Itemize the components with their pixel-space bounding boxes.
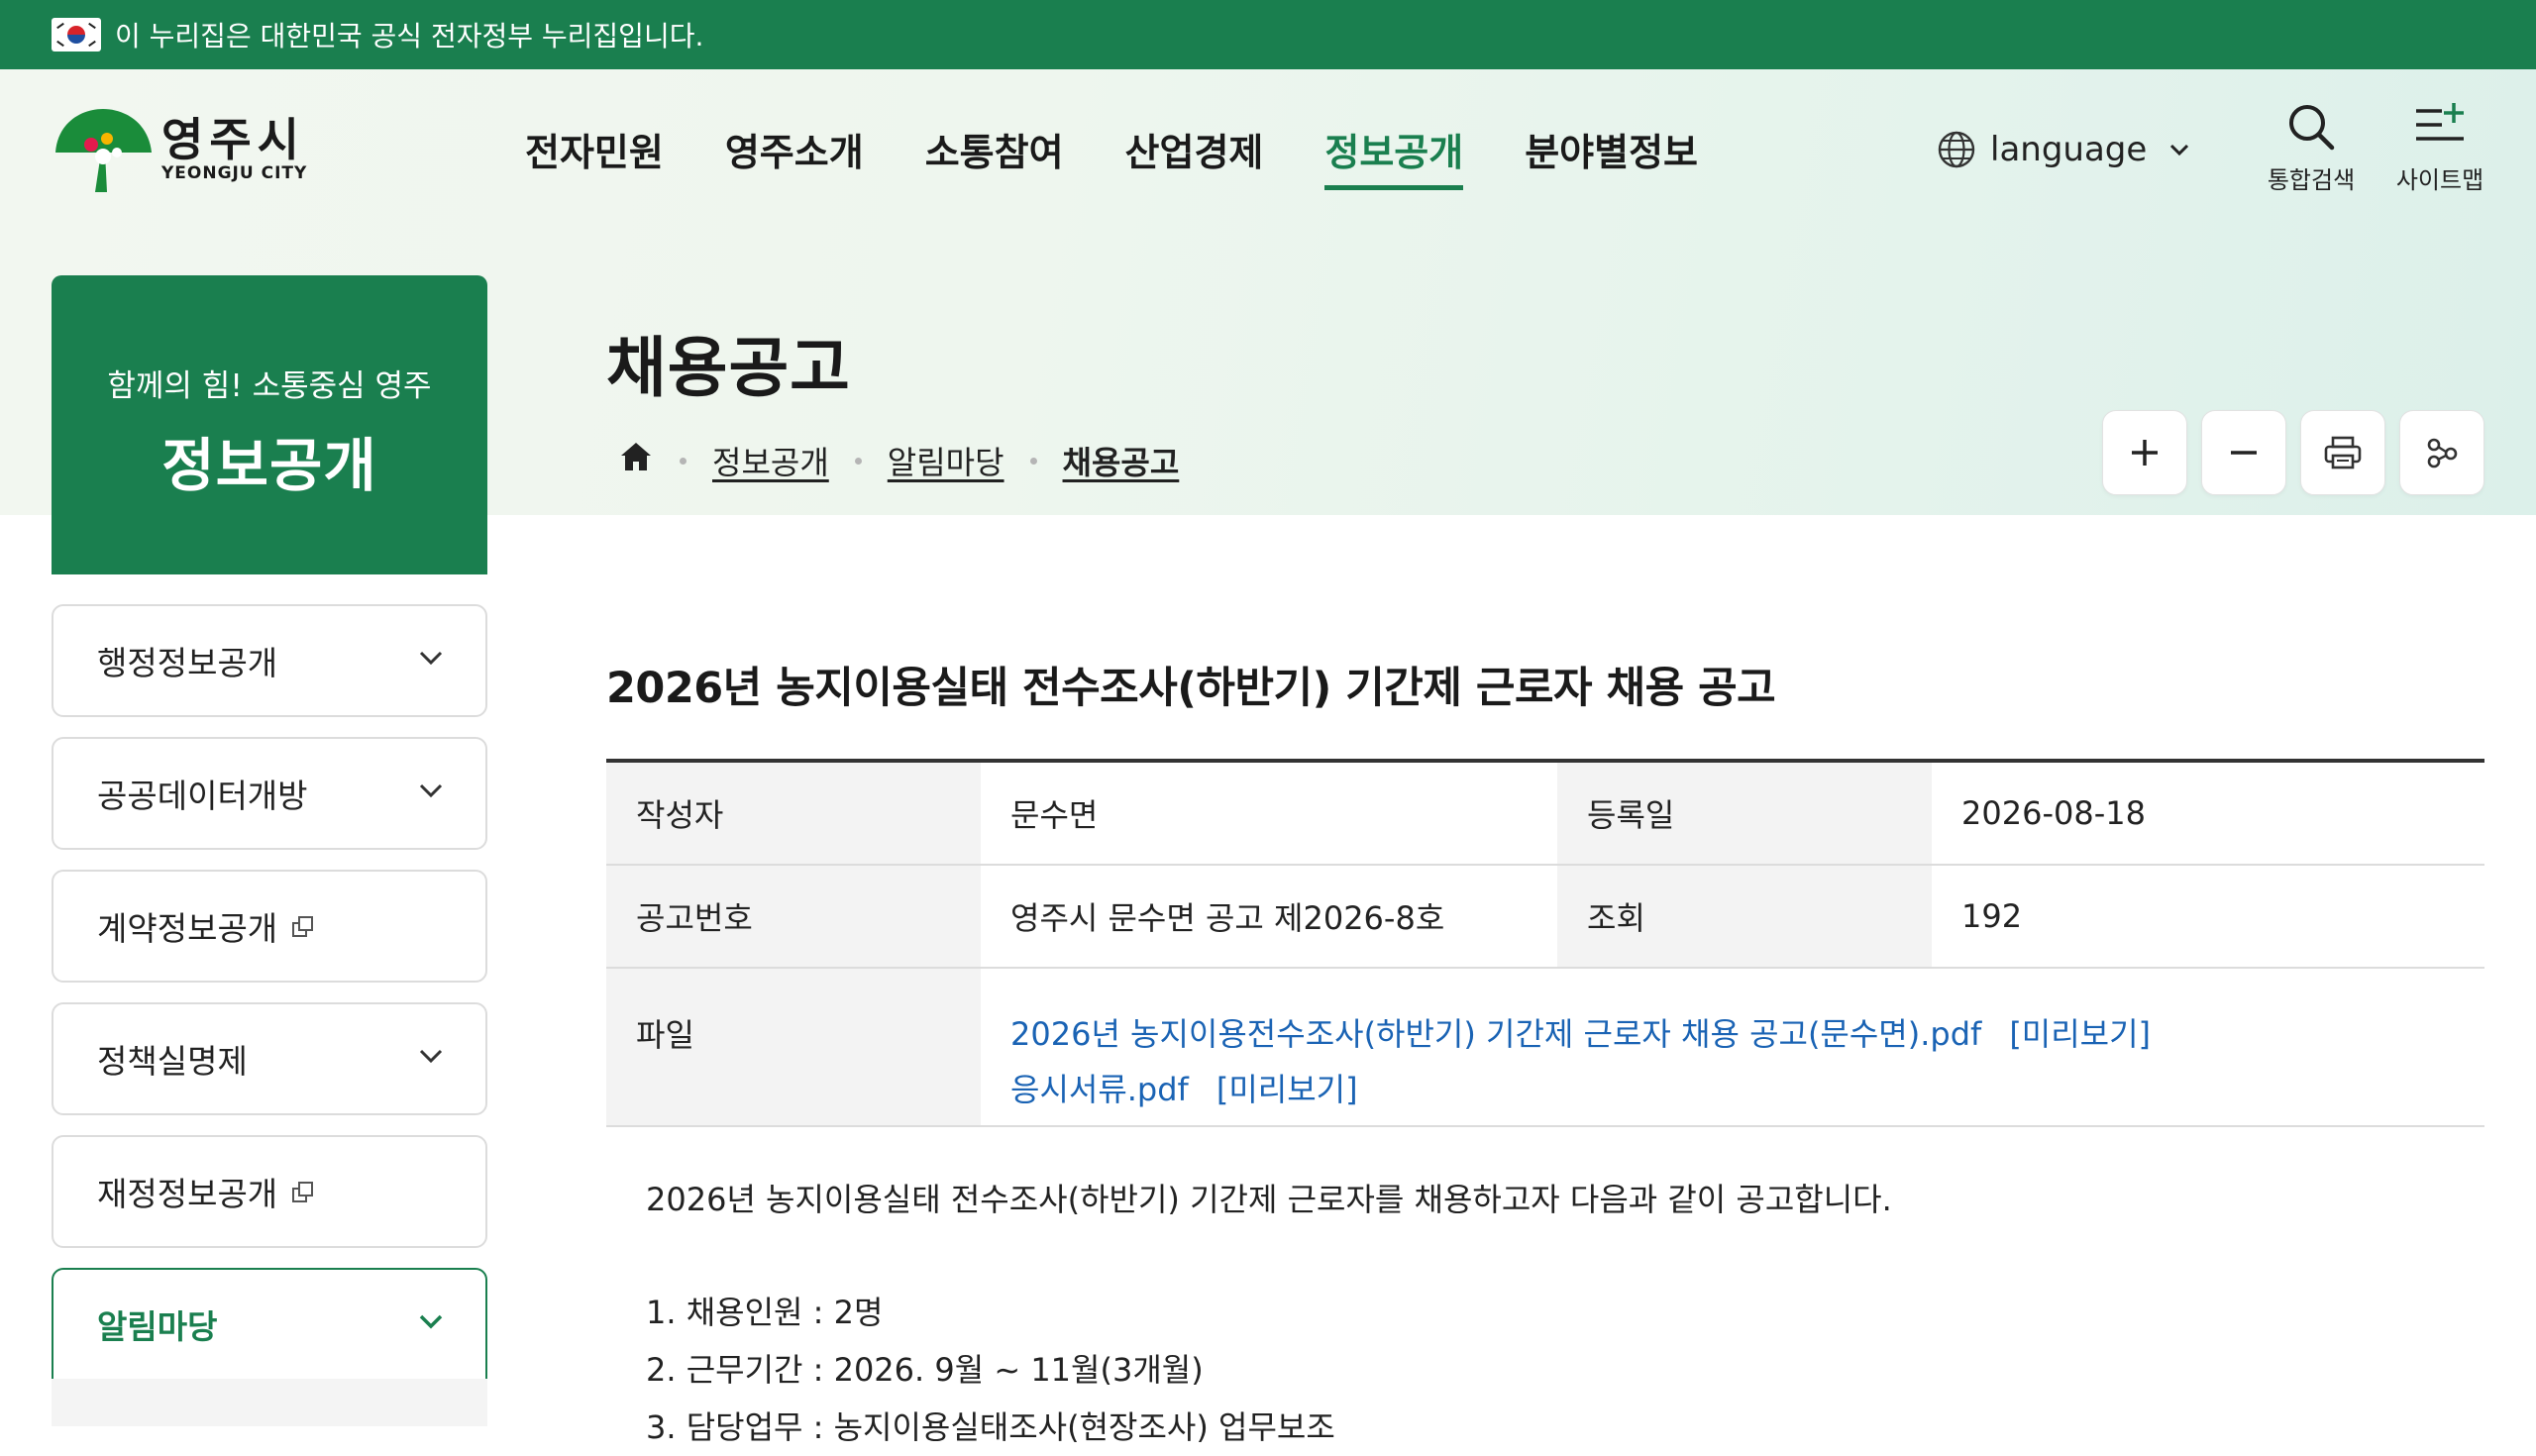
post-body: 2026년 농지이용실태 전수조사(하반기) 기간제 근로자를 채용하고자 다음… bbox=[646, 1171, 1892, 1456]
home-icon[interactable] bbox=[618, 440, 654, 481]
notice-number-label: 공고번호 bbox=[606, 866, 981, 967]
side-nav-admin-info[interactable]: 행정정보공개 bbox=[52, 604, 487, 717]
post-body-item: 3. 담당업무 : 농지이용실태조사(현장조사) 업무보조 bbox=[646, 1408, 1335, 1446]
language-label: language bbox=[1990, 130, 2148, 169]
language-selector[interactable]: language bbox=[1937, 125, 2204, 174]
post-body-item: 2. 근무기간 : 2026. 9월 ~ 11월(3개월) bbox=[646, 1351, 1204, 1389]
side-nav-public-data[interactable]: 공공데이터개방 bbox=[52, 737, 487, 850]
file-preview-link[interactable]: [미리보기] bbox=[1216, 1071, 1358, 1108]
side-menu-slogan: 함께의 힘! 소통중심 영주 bbox=[107, 368, 432, 404]
page-title: 채용공고 bbox=[606, 330, 851, 406]
gnb-item-about[interactable]: 영주소개 bbox=[725, 109, 864, 188]
zoom-out-button[interactable] bbox=[2201, 410, 2286, 495]
side-nav-contract-info[interactable]: 계약정보공개 bbox=[52, 870, 487, 983]
gov-banner-text: 이 누리집은 대한민국 공식 전자정부 누리집입니다. bbox=[115, 20, 704, 52]
file-list: 2026년 농지이용전수조사(하반기) 기간제 근로자 채용 공고(문수면).p… bbox=[981, 969, 2484, 1125]
notice-number-value: 영주시 문수면 공고 제2026-8호 bbox=[1010, 899, 1445, 937]
side-nav-notice-board[interactable]: 알림마당 bbox=[52, 1268, 487, 1381]
korea-flag-icon bbox=[52, 18, 101, 52]
zoom-out-icon bbox=[2231, 451, 2257, 455]
breadcrumb-information[interactable]: 정보공개 bbox=[712, 438, 829, 483]
breadcrumb-notice-board[interactable]: 알림마당 bbox=[888, 438, 1004, 483]
chevron-down-icon bbox=[419, 1049, 443, 1064]
date-label: 등록일 bbox=[1557, 763, 1932, 864]
chevron-down-icon bbox=[419, 783, 443, 798]
breadcrumb-separator bbox=[680, 457, 687, 465]
main-navigation: 전자민원 영주소개 소통참여 산업경제 정보공개 분야별정보 bbox=[525, 109, 1759, 190]
breadcrumb-separator bbox=[854, 457, 862, 465]
side-nav-submenu bbox=[52, 1379, 487, 1426]
side-menu-title: 함께의 힘! 소통중심 영주 정보공개 bbox=[52, 275, 487, 574]
post-title: 2026년 농지이용실태 전수조사(하반기) 기간제 근로자 채용 공고 bbox=[606, 664, 1776, 713]
author-value: 문수면 bbox=[1010, 796, 1099, 834]
globe-icon bbox=[1938, 131, 1975, 168]
gnb-item-economy[interactable]: 산업경제 bbox=[1125, 109, 1264, 188]
external-link-icon bbox=[292, 916, 314, 937]
chevron-down-icon bbox=[419, 1314, 443, 1329]
file-preview-link[interactable]: [미리보기] bbox=[2009, 1015, 2151, 1053]
side-nav-label: 재정정보공개 bbox=[97, 1175, 278, 1213]
author-label: 작성자 bbox=[606, 763, 981, 864]
share-icon bbox=[2427, 438, 2458, 468]
search-label: 통합검색 bbox=[2267, 166, 2356, 194]
views-label: 조회 bbox=[1557, 866, 1932, 967]
file-label: 파일 bbox=[606, 969, 981, 1125]
zoom-in-icon bbox=[2132, 440, 2158, 466]
external-link-icon bbox=[292, 1182, 314, 1202]
breadcrumb-recruitment[interactable]: 채용공고 bbox=[1063, 438, 1180, 483]
sitemap-button[interactable]: 사이트맵 bbox=[2385, 101, 2494, 195]
chevron-down-icon bbox=[2170, 144, 2189, 156]
sitemap-label: 사이트맵 bbox=[2395, 166, 2484, 194]
print-icon bbox=[2324, 436, 2362, 469]
file-link[interactable]: 2026년 농지이용전수조사(하반기) 기간제 근로자 채용 공고(문수면).p… bbox=[1010, 1015, 1981, 1053]
integrated-search-button[interactable]: 통합검색 bbox=[2257, 101, 2366, 195]
views-value: 192 bbox=[1961, 897, 2023, 935]
gnb-item-field-info[interactable]: 분야별정보 bbox=[1525, 109, 1698, 188]
sitemap-icon bbox=[2416, 103, 2464, 141]
gov-banner: 이 누리집은 대한민국 공식 전자정부 누리집입니다. bbox=[0, 0, 2536, 69]
side-nav-label: 알림마당 bbox=[97, 1307, 218, 1346]
yeongju-logo-icon bbox=[52, 105, 156, 194]
side-nav-label: 정책실명제 bbox=[97, 1042, 248, 1081]
post-intro: 2026년 농지이용실태 전수조사(하반기) 기간제 근로자를 채용하고자 다음… bbox=[646, 1181, 1892, 1218]
side-nav-policy-realname[interactable]: 정책실명제 bbox=[52, 1002, 487, 1115]
breadcrumb: 정보공개 알림마당 채용공고 bbox=[618, 436, 1179, 485]
zoom-in-button[interactable] bbox=[2102, 410, 2187, 495]
post-info-table: 작성자 문수면 등록일 2026-08-18 공고번호 영주시 문수면 공고 제… bbox=[606, 759, 2484, 1127]
side-nav-label: 공공데이터개방 bbox=[97, 777, 308, 815]
logo-name-ko: 영주시 bbox=[161, 113, 305, 166]
side-nav-label: 계약정보공개 bbox=[97, 909, 278, 948]
gnb-item-civil-service[interactable]: 전자민원 bbox=[525, 109, 664, 188]
table-row: 작성자 문수면 등록일 2026-08-18 bbox=[606, 763, 2484, 866]
table-row: 파일 2026년 농지이용전수조사(하반기) 기간제 근로자 채용 공고(문수면… bbox=[606, 969, 2484, 1127]
post-body-item: 1. 채용인원 : 2명 bbox=[646, 1294, 884, 1331]
gnb-item-information[interactable]: 정보공개 bbox=[1324, 109, 1463, 190]
print-button[interactable] bbox=[2300, 410, 2385, 495]
chevron-down-icon bbox=[419, 651, 443, 666]
share-button[interactable] bbox=[2399, 410, 2484, 495]
site-logo[interactable]: 영주시 YEONGJU CITY bbox=[52, 105, 319, 194]
search-icon bbox=[2289, 105, 2335, 151]
breadcrumb-separator bbox=[1029, 457, 1037, 465]
side-nav-finance-info[interactable]: 재정정보공개 bbox=[52, 1135, 487, 1248]
date-value: 2026-08-18 bbox=[1961, 794, 2146, 832]
file-link[interactable]: 응시서류.pdf bbox=[1010, 1071, 1189, 1108]
gnb-item-participation[interactable]: 소통참여 bbox=[925, 109, 1064, 188]
side-menu-heading: 정보공개 bbox=[161, 432, 377, 499]
side-nav-label: 행정정보공개 bbox=[97, 644, 278, 682]
logo-name-en: YEONGJU CITY bbox=[161, 163, 308, 183]
table-row: 공고번호 영주시 문수면 공고 제2026-8호 조회 192 bbox=[606, 866, 2484, 969]
